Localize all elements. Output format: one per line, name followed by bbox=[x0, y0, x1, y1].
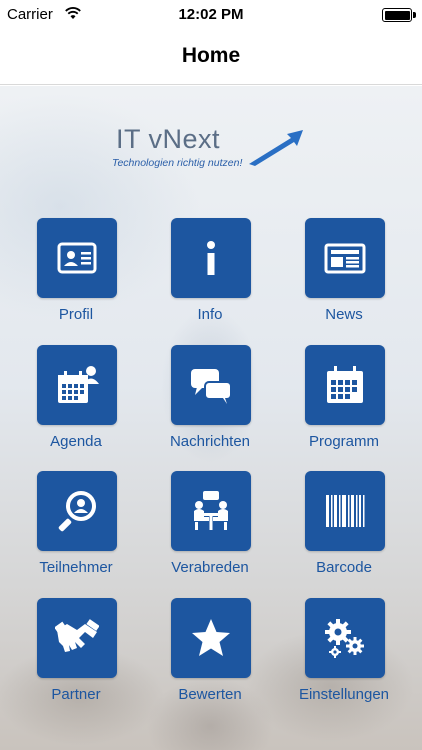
clock: 12:02 PM bbox=[178, 6, 244, 23]
tile-label: Nachrichten bbox=[169, 433, 251, 450]
profile-card-icon bbox=[57, 242, 97, 274]
tile-news[interactable]: News bbox=[289, 218, 399, 336]
tile-verabreden[interactable]: Verabreden bbox=[155, 471, 265, 589]
logo-tagline: Technologien richtig nutzen! bbox=[112, 157, 243, 169]
tile-label: Bewerten bbox=[178, 686, 242, 703]
tile-label: Info bbox=[197, 306, 223, 323]
calendar-person-icon bbox=[58, 366, 99, 403]
tile-bewerten-button[interactable] bbox=[171, 598, 251, 678]
meeting-icon bbox=[194, 491, 228, 530]
search-person-icon bbox=[58, 491, 96, 532]
chat-bubbles-icon bbox=[191, 369, 232, 404]
tile-label: Einstellungen bbox=[298, 686, 390, 703]
tile-info-button[interactable] bbox=[171, 218, 251, 298]
tile-agenda-button[interactable] bbox=[37, 345, 117, 425]
battery-icon bbox=[382, 8, 416, 22]
barcode-icon bbox=[326, 495, 365, 527]
tile-partner[interactable]: Partner bbox=[21, 598, 131, 716]
info-icon bbox=[207, 241, 215, 275]
tile-profil[interactable]: Profil bbox=[21, 218, 131, 336]
tile-label: Programm bbox=[308, 433, 379, 450]
tile-info[interactable]: Info bbox=[155, 218, 265, 336]
star-icon bbox=[192, 619, 230, 656]
tile-news-button[interactable] bbox=[305, 218, 385, 298]
tile-programm[interactable]: Programm bbox=[289, 345, 399, 463]
tile-agenda[interactable]: Agenda bbox=[21, 345, 131, 463]
tile-profil-button[interactable] bbox=[37, 218, 117, 298]
tile-einstellungen-button[interactable] bbox=[305, 598, 385, 678]
calendar-icon bbox=[327, 366, 363, 403]
home-content: IT vNext Technologien richtig nutzen! Pr… bbox=[0, 86, 422, 750]
logo-brand-text: IT vNext bbox=[116, 124, 221, 154]
tile-label: Profil bbox=[58, 306, 94, 323]
newspaper-icon bbox=[324, 243, 366, 274]
tile-teilnehmer-button[interactable] bbox=[37, 471, 117, 551]
tile-label: Barcode bbox=[316, 559, 372, 576]
tile-barcode-button[interactable] bbox=[305, 471, 385, 551]
tile-label: Teilnehmer bbox=[39, 559, 113, 576]
navigation-bar: Home bbox=[0, 30, 422, 85]
logo-arrow-icon bbox=[249, 130, 303, 168]
tile-nachrichten[interactable]: Nachrichten bbox=[155, 345, 265, 463]
handshake-icon bbox=[55, 619, 99, 652]
tile-bewerten[interactable]: Bewerten bbox=[155, 598, 265, 716]
tile-programm-button[interactable] bbox=[305, 345, 385, 425]
tile-label: Verabreden bbox=[171, 559, 249, 576]
tile-label: Partner bbox=[51, 686, 101, 703]
tile-nachrichten-button[interactable] bbox=[171, 345, 251, 425]
tile-partner-button[interactable] bbox=[37, 598, 117, 678]
gears-icon bbox=[325, 619, 364, 658]
page-title: Home bbox=[181, 44, 241, 67]
tile-barcode[interactable]: Barcode bbox=[289, 471, 399, 589]
brand-logo: IT vNext Technologien richtig nutzen! bbox=[112, 124, 312, 184]
tile-label: News bbox=[325, 306, 363, 323]
tile-label: Agenda bbox=[50, 433, 102, 450]
tile-verabreden-button[interactable] bbox=[171, 471, 251, 551]
tile-einstellungen[interactable]: Einstellungen bbox=[289, 598, 399, 716]
status-bar: Carrier 12:02 PM bbox=[0, 0, 422, 30]
tile-teilnehmer[interactable]: Teilnehmer bbox=[21, 471, 131, 589]
